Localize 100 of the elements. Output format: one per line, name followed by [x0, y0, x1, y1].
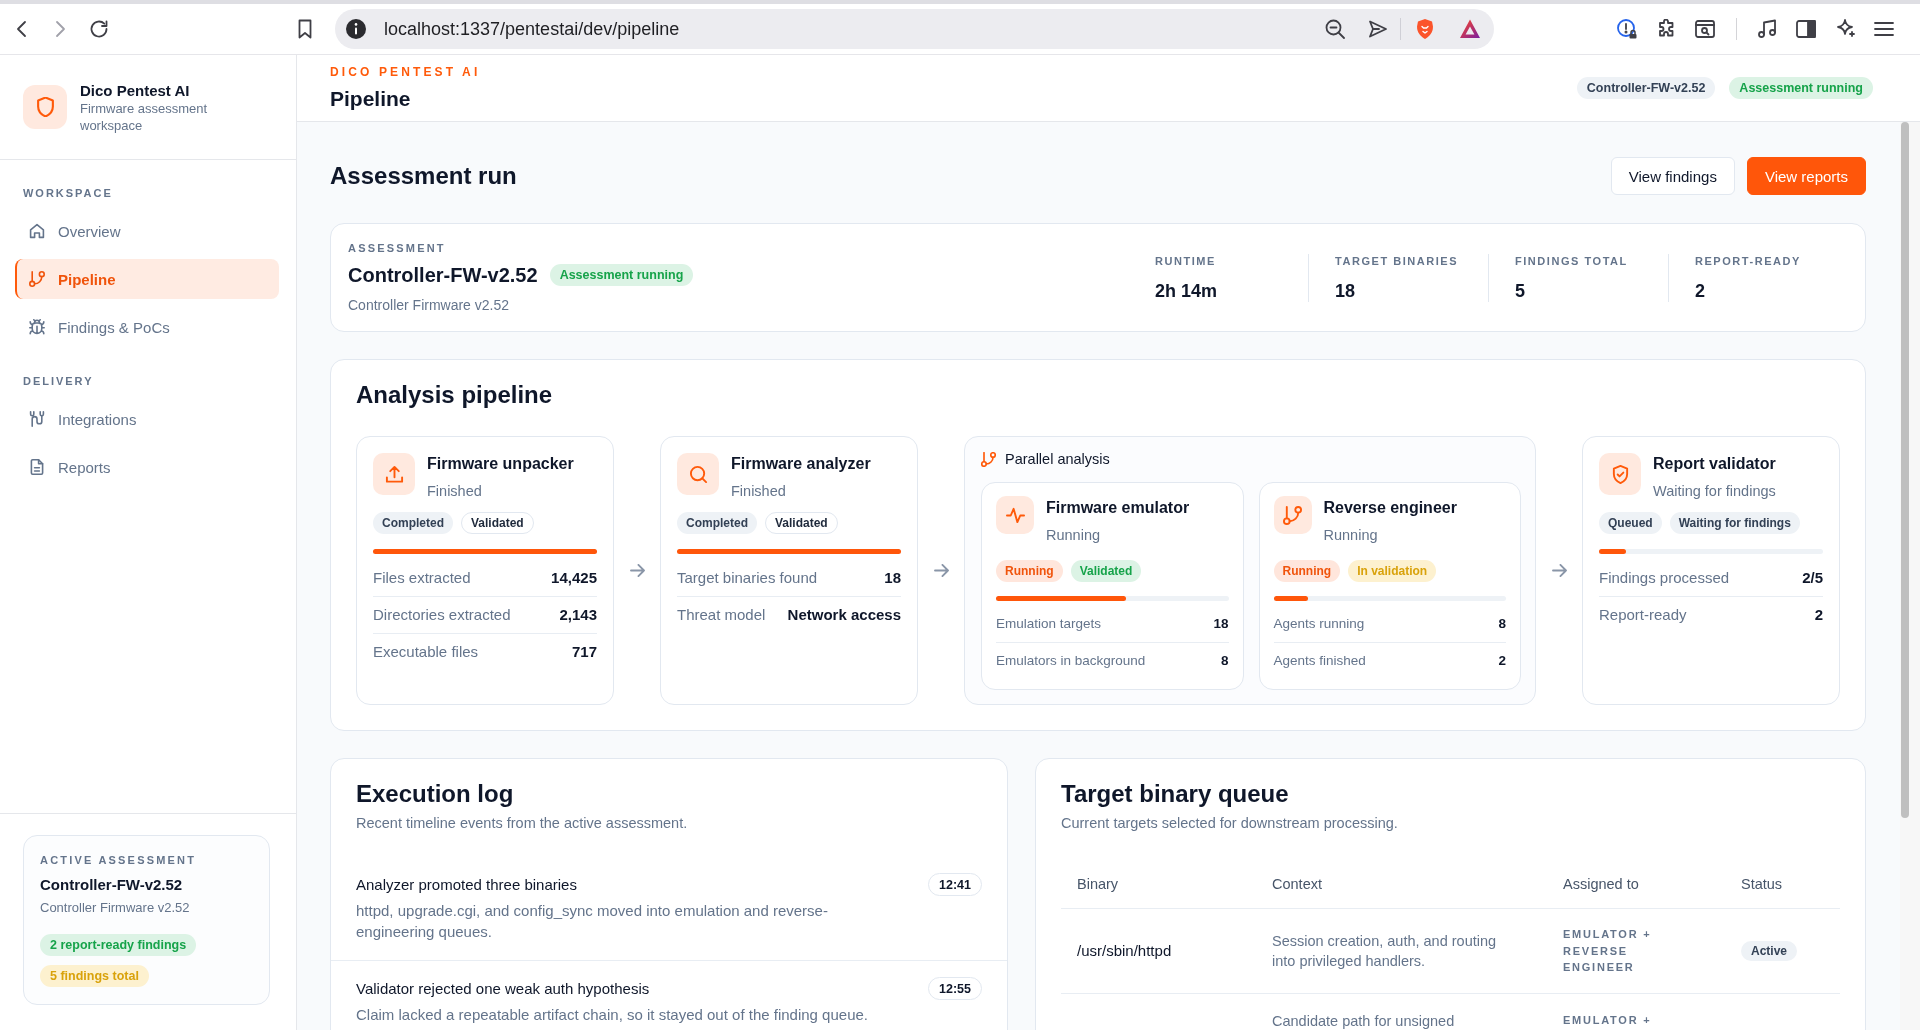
info-icon[interactable] — [346, 19, 366, 39]
assessment-subtitle: Controller Firmware v2.52 — [40, 899, 191, 916]
secondary-button[interactable]: View findings — [1610, 157, 1735, 195]
stat-label: FINDINGS TOTAL — [1515, 253, 1629, 268]
card-subtitle: Recent timeline events from the active assessment. — [356, 814, 689, 833]
shield-icon[interactable] — [1415, 19, 1435, 39]
metric-label: Emulation targets — [996, 615, 1102, 633]
status-badge: Assessment running — [549, 264, 694, 286]
metric-value: 8 — [1221, 652, 1229, 670]
shield-check-icon — [1599, 453, 1641, 495]
stage-title: Firmware unpacker — [427, 454, 574, 474]
scrollbar[interactable] — [1900, 122, 1920, 1030]
card-title: Execution log — [356, 779, 515, 809]
status-badge: 2 report-ready findings — [40, 934, 197, 956]
status-badge: Running — [1273, 560, 1341, 582]
puzzle-icon[interactable] — [1656, 19, 1676, 39]
triangle-icon[interactable] — [1460, 19, 1480, 39]
brand-subtitle: Firmware assessment workspace — [80, 99, 209, 134]
metric-value: 2 — [1814, 605, 1823, 625]
primary-button[interactable]: View reports — [1746, 157, 1866, 195]
metric-value: 2/5 — [1802, 568, 1823, 588]
status-badge: Assessment running — [1729, 77, 1873, 99]
metric-label: Executable files — [373, 642, 479, 662]
arrow-right-icon — [933, 564, 949, 577]
metric-label: Report-ready — [1599, 605, 1687, 625]
status-badge: Waiting for findings — [1669, 512, 1800, 534]
group-label: Parallel analysis — [1005, 451, 1110, 467]
metric-value: 2 — [1498, 652, 1506, 670]
card-title: Analysis pipeline — [356, 380, 554, 410]
stage-title: Firmware emulator — [1046, 498, 1190, 518]
event-title: Validator rejected one weak auth hypothesis — [356, 978, 650, 999]
menu-icon[interactable] — [1874, 19, 1894, 39]
status-badge: Completed — [677, 512, 757, 534]
status-badge: Validated — [765, 512, 838, 534]
nav-item[interactable]: Integrations — [15, 399, 279, 439]
reload-icon[interactable] — [89, 19, 109, 39]
search-icon — [677, 453, 719, 495]
metric-label: Files extracted — [373, 568, 471, 588]
stage-status: Running — [1046, 526, 1101, 545]
zoom-out-icon[interactable] — [1325, 19, 1345, 39]
stat-label: TARGET BINARIES — [1335, 253, 1460, 268]
status-badge: Validated — [461, 512, 534, 534]
address-bar[interactable]: localhost:1337/pentestai/dev/pipeline — [335, 9, 1494, 49]
music-note-icon[interactable] — [1757, 19, 1777, 39]
status-badge: Controller-FW-v2.52 — [1576, 77, 1716, 99]
column-header: Assigned to — [1563, 876, 1639, 892]
section-title: Assessment run — [330, 161, 517, 191]
status-badge: In validation — [1348, 560, 1437, 582]
column-header: Binary — [1077, 876, 1119, 892]
nav-item[interactable]: Pipeline — [15, 259, 279, 299]
section-label: DELIVERY — [22, 374, 95, 388]
metric-value: 14,425 — [551, 568, 597, 588]
assessment-name: Controller-FW-v2.52 — [40, 876, 184, 894]
scrollbar-thumb[interactable] — [1901, 122, 1909, 818]
stage-status: Finished — [731, 482, 787, 501]
branch-icon — [29, 271, 45, 287]
metric-value: 18 — [1213, 615, 1229, 633]
stage-title: Firmware analyzer — [731, 454, 871, 474]
assessment-subtitle: Controller Firmware v2.52 — [348, 296, 511, 314]
status-badge: Queued — [1599, 512, 1662, 534]
arrow-right-icon — [629, 564, 645, 577]
sidebar-icon[interactable] — [1796, 19, 1816, 39]
card-label: ACTIVE ASSESSMENT — [40, 853, 198, 867]
branch-icon — [1273, 496, 1312, 534]
document-icon — [29, 459, 45, 475]
shield-icon — [23, 85, 67, 129]
stage-status: Running — [1323, 526, 1379, 545]
table-cell: /usr/sbin/httpd — [1077, 941, 1172, 959]
metric-label: Directories extracted — [373, 605, 511, 625]
metric-value: 717 — [571, 642, 597, 662]
card-title: Target binary queue — [1061, 779, 1290, 809]
card-label: ASSESSMENT — [348, 241, 447, 255]
screen-search-icon[interactable] — [1695, 19, 1715, 39]
send-icon[interactable] — [1368, 19, 1388, 39]
alert-lock-icon[interactable] — [1617, 19, 1637, 39]
url-text[interactable]: localhost:1337/pentestai/dev/pipeline — [384, 18, 680, 40]
section-label: WORKSPACE — [22, 186, 114, 200]
column-header: Context — [1272, 876, 1322, 892]
card-subtitle: Current targets selected for downstream processing. — [1061, 814, 1399, 833]
cable-icon — [29, 411, 45, 427]
arrow-right-icon — [1551, 564, 1567, 577]
nav-item[interactable]: Overview — [15, 211, 279, 251]
pulse-icon — [996, 496, 1034, 534]
sparkle-icon[interactable] — [1835, 19, 1855, 39]
stat-label: REPORT-READY — [1695, 253, 1802, 268]
status-badge: Validated — [1070, 560, 1142, 582]
bug-icon — [29, 319, 45, 335]
status-badge: Completed — [373, 512, 453, 534]
table-cell-text: Candidate path for unsigned — [1272, 1011, 1456, 1030]
nav-item[interactable]: Findings & PoCs — [15, 307, 279, 347]
metric-label: Target binaries found — [677, 568, 818, 588]
stat-value: 2 — [1695, 279, 1706, 302]
eyebrow-text: DICO PENTEST AI — [330, 64, 481, 79]
event-description: httpd, upgrade.cgi, and config_sync moved into emulation and reverse-engineering queues. — [356, 901, 829, 942]
assessment-name: Controller-FW-v2.52 — [348, 263, 538, 288]
nav-item[interactable]: Reports — [15, 447, 279, 487]
stat-label: RUNTIME — [1155, 253, 1217, 268]
status-badge: Active — [1741, 940, 1798, 961]
metric-label: Threat model — [677, 605, 766, 625]
metric-label: Findings processed — [1599, 568, 1730, 588]
